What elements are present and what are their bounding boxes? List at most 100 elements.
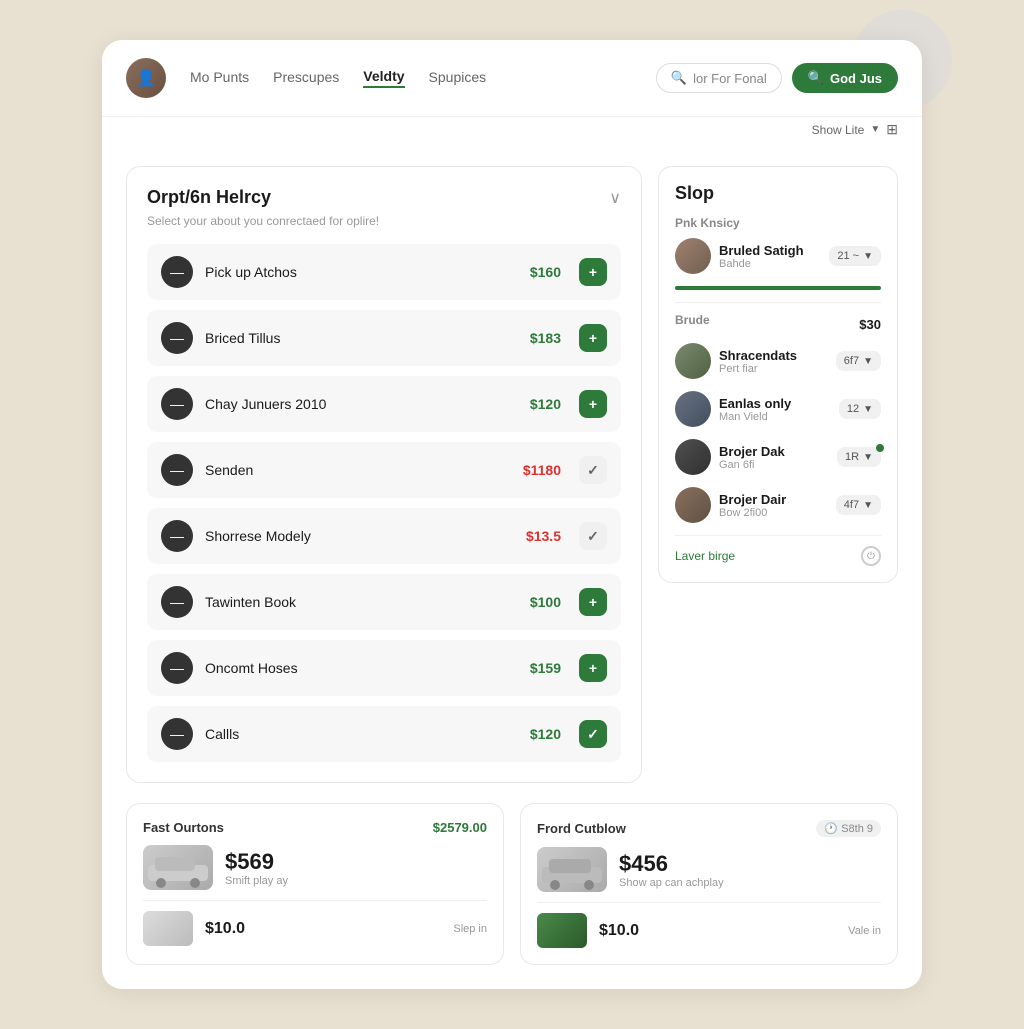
service-item: — Senden $1180 ✓ [147, 442, 621, 498]
service-icon-1: — [161, 256, 193, 288]
service-item: — Callls $120 ✓ [147, 706, 621, 762]
person-action-4[interactable]: 4f7 ▼ [836, 495, 881, 515]
main-card: 👤 Mo Punts Prescupes Veldty Spupices 🔍 l… [102, 40, 922, 989]
top-person-action[interactable]: 21 ~ ▼ [829, 246, 881, 266]
nav-item-prescupes[interactable]: Prescupes [273, 69, 339, 87]
bottom-card-2-header: Frord Cutblow 🕐 S8th 9 [537, 820, 881, 837]
service-item: — Tawinten Book $100 + [147, 574, 621, 630]
service-price-2: $183 [530, 330, 561, 346]
person-sub-1: Pert fiar [719, 363, 828, 375]
person-row-2: Eanlas only Man Vield 12 ▼ [675, 391, 881, 427]
car-image2-2 [537, 913, 587, 948]
service-price-3: $120 [530, 396, 561, 412]
person-row-3: Brojer Dak Gan 6fi 1R ▼ [675, 439, 881, 475]
god-jus-button[interactable]: 🔍 God Jus [792, 63, 898, 93]
service-icon-4: — [161, 454, 193, 486]
car-image-1 [143, 845, 213, 890]
person-sub-4: Bow 2fi00 [719, 507, 828, 519]
nav-item-veldty[interactable]: Veldty [363, 68, 404, 88]
service-name-4: Senden [205, 462, 511, 478]
section-title: Orpt/6n Helrcy [147, 187, 271, 208]
search-btn-label: God Jus [830, 71, 882, 86]
car-sub-1: Slep in [453, 923, 487, 935]
clock-icon: 🕐 [824, 823, 838, 835]
section2-label: Brude [675, 313, 710, 327]
car-row2-1: $10.0 Slep in [143, 900, 487, 946]
service-action-3[interactable]: + [579, 390, 607, 418]
person-sub-2: Man Vield [719, 411, 831, 423]
service-item: — Chay Junuers 2010 $120 + [147, 376, 621, 432]
bottom-card-1-header: Fast Ourtons $2579.00 [143, 820, 487, 835]
green-bar [675, 286, 881, 290]
grid-icon[interactable]: ⊞ [886, 121, 898, 138]
service-icon-7: — [161, 652, 193, 684]
car-price-2: $456 [619, 851, 724, 877]
service-name-7: Oncomt Hoses [205, 660, 518, 676]
person-action-3[interactable]: 1R ▼ [837, 447, 881, 467]
services-section: Orpt/6n Helrcy ∨ Select your about you c… [126, 166, 642, 783]
person-avatar-3 [675, 439, 711, 475]
show-lite-label[interactable]: Show Lite [812, 123, 865, 137]
car-price-1: $569 [225, 849, 288, 875]
search-btn-icon: 🔍 [808, 70, 824, 86]
power-icon[interactable]: ⏻ [861, 546, 881, 566]
person-info-3: Brojer Dak Gan 6fi [719, 444, 829, 471]
service-price-5: $13.5 [526, 528, 561, 544]
service-action-7[interactable]: + [579, 654, 607, 682]
section-header: Orpt/6n Helrcy ∨ [147, 187, 621, 208]
service-price-1: $160 [530, 264, 561, 280]
service-action-8[interactable]: ✓ [579, 720, 607, 748]
content-area: Orpt/6n Helrcy ∨ Select your about you c… [102, 146, 922, 803]
service-item: — Briced Tillus $183 + [147, 310, 621, 366]
right-panel-title: Slop [675, 183, 881, 204]
person-action-1[interactable]: 6f7 ▼ [836, 351, 881, 371]
top-section-label: Pnk Knsicy [675, 216, 881, 230]
service-name-3: Chay Junuers 2010 [205, 396, 518, 412]
service-price-7: $159 [530, 660, 561, 676]
person-row-1: Shracendats Pert fiar 6f7 ▼ [675, 343, 881, 379]
car-image2-1 [143, 911, 193, 946]
nav-item-spupices[interactable]: Spupices [429, 69, 487, 87]
service-item: — Pick up Atchos $160 + [147, 244, 621, 300]
service-action-2[interactable]: + [579, 324, 607, 352]
search-box[interactable]: 🔍 lor For Fonal [656, 63, 782, 93]
person-info-2: Eanlas only Man Vield [719, 396, 831, 423]
nav-item-mo-punts[interactable]: Mo Punts [190, 69, 249, 87]
service-name-5: Shorrese Modely [205, 528, 514, 544]
person-name-1: Shracendats [719, 348, 828, 363]
service-name-6: Tawinten Book [205, 594, 518, 610]
search-placeholder: lor For Fonal [693, 71, 767, 86]
person-name-3: Brojer Dak [719, 444, 829, 459]
service-list: — Pick up Atchos $160 + — Briced Tillus … [147, 244, 621, 762]
person-row-4: Brojer Dair Bow 2fi00 4f7 ▼ [675, 487, 881, 523]
service-action-6[interactable]: + [579, 588, 607, 616]
service-price-6: $100 [530, 594, 561, 610]
service-action-5[interactable]: ✓ [579, 522, 607, 550]
service-action-1[interactable]: + [579, 258, 607, 286]
person-action-2[interactable]: 12 ▼ [839, 399, 881, 419]
collapse-icon[interactable]: ∨ [609, 188, 621, 208]
car-row-2: $456 Show ap can achplay [537, 847, 881, 892]
service-item: — Shorrese Modely $13.5 ✓ [147, 508, 621, 564]
top-person-row: Bruled Satigh Bahde 21 ~ ▼ [675, 238, 881, 274]
car-info-1: $569 Smift play ay [225, 849, 288, 887]
laver-birge-link[interactable]: Laver birge [675, 549, 735, 563]
car-desc-1: Smift play ay [225, 875, 288, 887]
bottom-divider [675, 535, 881, 536]
left-panel: Orpt/6n Helrcy ∨ Select your about you c… [126, 166, 642, 783]
service-price-4: $1180 [523, 462, 561, 478]
top-person-info: Bruled Satigh Bahde [719, 243, 821, 270]
car-price2-2: $10.0 [599, 922, 639, 940]
person-info-4: Brojer Dair Bow 2fi00 [719, 492, 828, 519]
service-action-4[interactable]: ✓ [579, 456, 607, 484]
header: 👤 Mo Punts Prescupes Veldty Spupices 🔍 l… [102, 40, 922, 117]
section2-header: Brude $30 [675, 313, 881, 335]
right-box: Slop Pnk Knsicy Bruled Satigh Bahde 21 ~ [658, 166, 898, 583]
divider [675, 302, 881, 303]
service-icon-8: — [161, 718, 193, 750]
car-image-2 [537, 847, 607, 892]
service-name-2: Briced Tillus [205, 330, 518, 346]
person-name-2: Eanlas only [719, 396, 831, 411]
service-icon-6: — [161, 586, 193, 618]
service-price-8: $120 [530, 726, 561, 742]
